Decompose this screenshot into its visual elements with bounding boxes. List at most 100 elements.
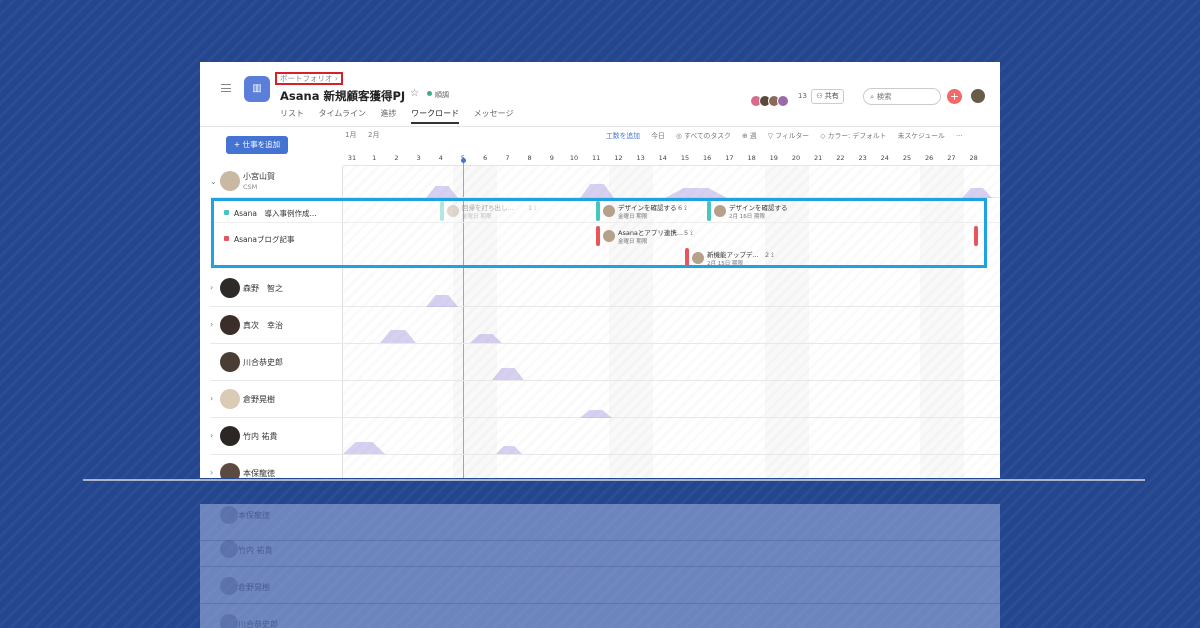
- day-label: 6: [483, 154, 488, 162]
- more-icon[interactable]: ···: [956, 132, 962, 140]
- person-name: 森野 智之: [243, 284, 283, 293]
- day-label: 3: [416, 154, 421, 162]
- person-row[interactable]: › 森野 智之: [210, 270, 1000, 307]
- day-label: 27: [947, 154, 956, 162]
- search-placeholder: 検索: [876, 92, 892, 101]
- avatar: [777, 94, 789, 107]
- day-label: 18: [747, 154, 756, 162]
- day-label: 22: [836, 154, 845, 162]
- day-label: 17: [725, 154, 734, 162]
- person-row[interactable]: › 真次 幸治: [210, 307, 1000, 344]
- chart-icon: ▥: [244, 76, 270, 102]
- today-button[interactable]: 今日: [651, 132, 665, 140]
- person-row[interactable]: › 竹内 祐貴: [210, 418, 1000, 455]
- tab-workload[interactable]: ワークロード: [411, 108, 460, 124]
- menu-icon[interactable]: [221, 84, 231, 92]
- reflection-name: 本保龍徳: [238, 511, 270, 520]
- highlight-box: [211, 198, 987, 268]
- unscheduled-button[interactable]: 未スケジュール: [898, 132, 945, 140]
- status-dot-icon: [427, 91, 432, 96]
- user-avatar[interactable]: [970, 88, 986, 104]
- day-label: 4: [438, 154, 443, 162]
- person-name: 本保龍徳: [243, 469, 275, 478]
- month-label-current: 2月: [368, 131, 380, 139]
- share-label: 共有: [824, 92, 839, 100]
- day-label: 31: [347, 154, 357, 162]
- reflection-name: 竹内 祐貴: [238, 546, 273, 555]
- day-label: 8: [527, 154, 532, 162]
- day-label: 11: [592, 154, 601, 162]
- tab-messages[interactable]: メッセージ: [474, 108, 514, 122]
- day-label: 12: [614, 154, 623, 162]
- search-input[interactable]: ⌕ 検索: [863, 88, 941, 105]
- day-label: 26: [925, 154, 934, 162]
- color-button[interactable]: ◇ カラー: デフォルト: [820, 132, 886, 140]
- star-icon[interactable]: ☆: [410, 88, 419, 99]
- tab-timeline[interactable]: タイムライン: [319, 108, 366, 122]
- month-label-prev: 1月: [345, 131, 357, 139]
- chevron-right-icon[interactable]: ›: [210, 431, 213, 440]
- project-tabs: リスト タイムライン 進捗 ワークロード メッセージ: [280, 108, 525, 124]
- person-name: 倉野晃樹: [243, 395, 275, 404]
- search-icon: ⌕: [870, 92, 877, 101]
- day-label: 28: [969, 154, 978, 162]
- chevron-right-icon[interactable]: ›: [210, 468, 213, 477]
- workload-toolbar: 工数を追加 今日 ◎ すべてのタスク ⊕ 週 ▽ フィルター ◇ カラー: デフ…: [606, 130, 971, 140]
- day-label: 16: [703, 154, 712, 162]
- day-label: 24: [880, 154, 889, 162]
- filter-button[interactable]: ▽ フィルター: [768, 132, 809, 140]
- day-label: 23: [858, 154, 867, 162]
- day-label: 2: [394, 154, 399, 162]
- avatar: [220, 315, 240, 335]
- person-role: CSM: [243, 183, 258, 191]
- avatar: [220, 614, 238, 628]
- chevron-right-icon[interactable]: ›: [210, 283, 213, 292]
- today-marker: [461, 158, 466, 163]
- day-label: 10: [569, 154, 579, 162]
- reflection-row: 竹内 祐貴: [200, 530, 1000, 567]
- reflection-name: 川合恭史郎: [238, 620, 278, 628]
- person-row[interactable]: › 本保龍徳: [210, 455, 1000, 478]
- avatar: [220, 463, 240, 478]
- member-count: 13: [798, 92, 807, 100]
- avatar: [220, 171, 240, 191]
- all-tasks-button[interactable]: ◎ すべてのタスク: [676, 132, 731, 140]
- day-label: 14: [658, 154, 667, 162]
- avatar: [220, 506, 238, 524]
- day-label: 21: [814, 154, 823, 162]
- avatar: [220, 352, 240, 372]
- avatar: [220, 540, 238, 558]
- day-label: 7: [505, 154, 510, 162]
- people-icon: ⚇: [816, 92, 825, 100]
- day-label: 15: [680, 154, 690, 162]
- reflection-divider: [83, 479, 1145, 481]
- add-task-button[interactable]: + 仕事を追加: [226, 136, 288, 154]
- chevron-right-icon[interactable]: ›: [210, 394, 213, 403]
- member-avatars[interactable]: [750, 90, 789, 107]
- tab-progress[interactable]: 進捗: [381, 108, 397, 122]
- day-label: 19: [769, 154, 778, 162]
- quick-add-button[interactable]: +: [947, 89, 962, 104]
- week-button[interactable]: ⊕ 週: [742, 132, 757, 140]
- asana-window: ▥ ポートフォリオ › Asana 新規顧客獲得PJ ⌄ ☆ 順調 リスト タイ…: [200, 62, 1000, 478]
- chevron-down-icon[interactable]: ⌄: [210, 177, 217, 186]
- person-name: 真次 幸治: [243, 321, 283, 330]
- status-text: 順調: [435, 91, 449, 99]
- person-name: 小宮山賀: [243, 172, 275, 181]
- day-label: 20: [791, 154, 801, 162]
- person-row[interactable]: 川合恭史郎: [210, 344, 1000, 381]
- tab-list[interactable]: リスト: [280, 108, 304, 122]
- add-effort-button[interactable]: 工数を追加: [606, 132, 640, 140]
- project-title[interactable]: Asana 新規顧客獲得PJ: [280, 88, 405, 104]
- reflection-row: 川合恭史郎: [200, 604, 1000, 628]
- person-name: 竹内 祐貴: [243, 432, 278, 441]
- chevron-down-icon[interactable]: ⌄: [394, 89, 401, 98]
- breadcrumb-portfolio[interactable]: ポートフォリオ ›: [275, 72, 343, 85]
- share-button[interactable]: ⚇ 共有: [811, 89, 844, 104]
- person-name: 川合恭史郎: [243, 358, 283, 367]
- avatar: [220, 389, 240, 409]
- status-badge[interactable]: 順調: [427, 90, 449, 100]
- day-label: 13: [636, 154, 645, 162]
- chevron-right-icon[interactable]: ›: [210, 320, 213, 329]
- day-label: 9: [549, 154, 554, 162]
